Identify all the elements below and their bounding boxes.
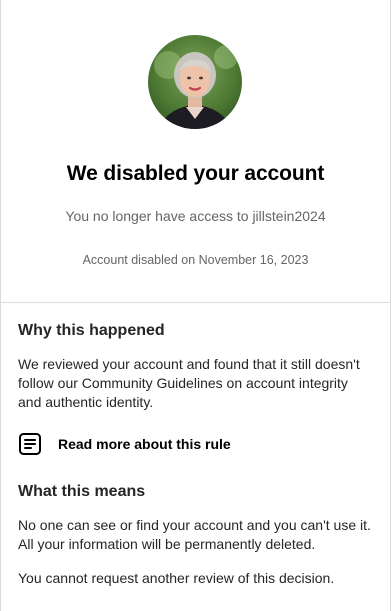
means-body-1: No one can see or find your account and … bbox=[18, 517, 371, 552]
read-more-rule-label: Read more about this rule bbox=[58, 436, 231, 452]
means-body-2: You cannot request another review of thi… bbox=[18, 570, 335, 586]
avatar bbox=[148, 35, 242, 129]
why-heading: Why this happened bbox=[18, 322, 165, 339]
read-more-rule-link[interactable]: Read more about this rule bbox=[18, 432, 373, 456]
access-notice: You no longer have access to jillstein20… bbox=[65, 208, 326, 224]
disabled-account-panel: We disabled your account You no longer h… bbox=[0, 0, 391, 611]
page-title: We disabled your account bbox=[66, 162, 325, 185]
why-body: We reviewed your account and found that … bbox=[18, 356, 360, 410]
means-heading: What this means bbox=[18, 483, 146, 500]
header-section: We disabled your account You no longer h… bbox=[1, 0, 390, 303]
details-section: Why this happened We reviewed your accou… bbox=[1, 303, 390, 588]
document-icon bbox=[18, 432, 42, 456]
disabled-date: Account disabled on November 16, 2023 bbox=[82, 253, 309, 267]
profile-photo-icon bbox=[148, 35, 242, 129]
